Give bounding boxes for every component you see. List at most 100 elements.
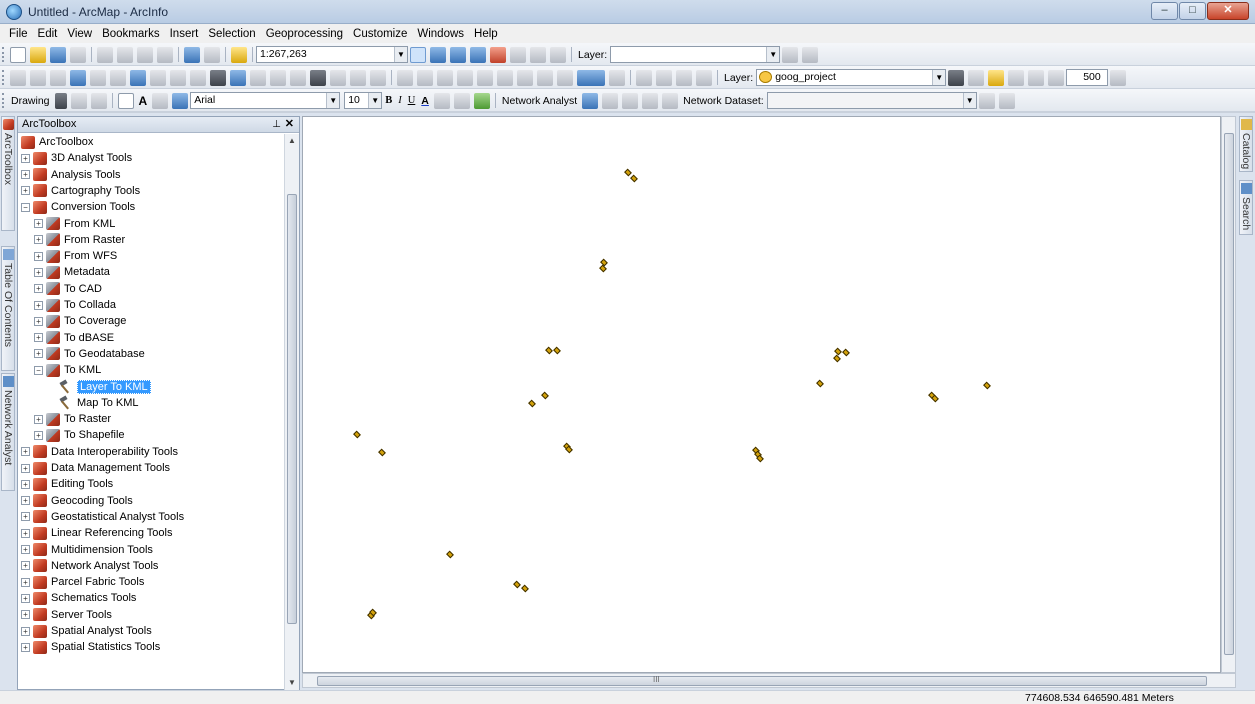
scroll-thumb[interactable] <box>317 676 1207 686</box>
font-color-button[interactable]: A <box>418 95 432 107</box>
minimize-button[interactable]: – <box>1151 2 1178 20</box>
font-icon[interactable] <box>172 92 189 109</box>
data-driven-pages-icon[interactable] <box>696 69 712 86</box>
expand-icon[interactable]: + <box>21 153 30 163</box>
adjust-contrast-icon[interactable] <box>968 69 985 86</box>
layer-chart-icon[interactable] <box>802 46 819 63</box>
italic-button[interactable]: I <box>395 95 405 106</box>
tab-network-analyst[interactable]: Network Analyst <box>1 373 15 491</box>
tree-item[interactable]: + From KML <box>34 216 115 232</box>
map-point-feature[interactable] <box>983 381 991 390</box>
tree-item[interactable]: Layer To KML <box>58 379 151 395</box>
directions-window-icon[interactable] <box>662 92 679 109</box>
find-route-icon[interactable] <box>330 69 346 86</box>
new-text-icon[interactable]: A <box>136 94 151 108</box>
tree-item[interactable]: + Editing Tools <box>21 476 113 492</box>
menu-insert[interactable]: Insert <box>165 28 204 40</box>
build-network-icon[interactable] <box>978 92 995 109</box>
hyperlink-icon[interactable] <box>250 69 266 86</box>
chevron-down-icon[interactable]: ▼ <box>394 47 407 62</box>
chevron-down-icon[interactable] <box>609 69 625 86</box>
tree-item[interactable]: − Conversion Tools <box>21 199 135 215</box>
find-binoculars-icon[interactable] <box>310 69 326 86</box>
tree-item[interactable]: + Spatial Analyst Tools <box>21 623 152 639</box>
tree-item[interactable]: + Geocoding Tools <box>21 493 133 509</box>
new-document-icon[interactable] <box>10 46 26 63</box>
map-point-feature[interactable] <box>378 448 386 457</box>
menu-file[interactable]: File <box>4 28 33 40</box>
expand-icon[interactable]: + <box>34 267 43 277</box>
network-analyst-window-icon[interactable] <box>582 92 599 109</box>
toggle-draft-mode-icon[interactable] <box>636 69 652 86</box>
change-layout-icon[interactable] <box>676 69 692 86</box>
close-button[interactable]: ✕ <box>1207 2 1249 20</box>
pan-hand-icon[interactable] <box>50 69 66 86</box>
layout-zoom-100-icon[interactable] <box>477 69 493 86</box>
tree-item[interactable]: + From WFS <box>34 248 117 264</box>
fill-color-icon[interactable] <box>433 92 450 109</box>
chevron-down-icon[interactable]: ▼ <box>932 70 946 85</box>
drawing-menu-button[interactable]: Drawing <box>8 95 53 107</box>
model-builder-icon[interactable] <box>530 46 546 63</box>
zoom-to-selected-elements-icon[interactable] <box>90 92 107 109</box>
layout-fixed-zoom-in-icon[interactable] <box>497 69 513 86</box>
map-point-feature[interactable] <box>541 391 549 400</box>
solve-icon[interactable] <box>642 92 659 109</box>
delete-icon[interactable] <box>157 46 173 63</box>
pin-icon[interactable]: ⊥ <box>272 117 281 132</box>
measure-icon[interactable] <box>290 69 306 86</box>
tree-item[interactable]: + To Shapefile <box>34 427 125 443</box>
table-of-contents-icon[interactable] <box>430 46 446 63</box>
network-analyst-menu-button[interactable]: Network Analyst <box>499 95 580 107</box>
underline-button[interactable]: U <box>405 95 419 106</box>
tab-table-of-contents[interactable]: Table Of Contents <box>1 246 15 371</box>
tree-item[interactable]: + Linear Referencing Tools <box>21 525 172 541</box>
python-window-icon[interactable] <box>510 46 526 63</box>
expand-icon[interactable]: + <box>21 186 30 196</box>
expand-icon[interactable]: + <box>21 463 30 473</box>
expand-icon[interactable]: + <box>21 496 30 506</box>
map-scale-combo[interactable]: 1:267,263 ▼ <box>256 46 408 63</box>
zoom-in-icon[interactable] <box>10 69 26 86</box>
standard-layer-combo[interactable]: ▼ <box>610 46 781 63</box>
paste-icon[interactable] <box>137 46 153 63</box>
add-data-icon[interactable] <box>231 46 247 63</box>
create-network-location-icon[interactable] <box>602 92 619 109</box>
tree-item[interactable]: + Geostatistical Analyst Tools <box>21 509 184 525</box>
expand-icon[interactable]: + <box>21 479 30 489</box>
toolbox-vertical-scrollbar[interactable]: ▲ ▼ <box>284 134 299 690</box>
font-size-combo[interactable]: 10 ▼ <box>344 92 383 109</box>
expand-icon[interactable]: + <box>21 561 30 571</box>
fixed-zoom-in-icon[interactable] <box>90 69 106 86</box>
tree-item[interactable]: + Metadata <box>34 264 110 280</box>
tree-item[interactable]: + To Collada <box>34 297 116 313</box>
clear-selection-icon[interactable] <box>190 69 206 86</box>
map-point-feature[interactable] <box>513 580 521 589</box>
map-point-feature[interactable] <box>446 550 454 559</box>
chevron-down-icon[interactable]: ▼ <box>326 93 340 108</box>
expand-icon[interactable]: + <box>21 610 30 620</box>
expand-icon[interactable]: + <box>21 170 30 180</box>
open-folder-icon[interactable] <box>30 46 46 63</box>
layout-pan-icon[interactable] <box>437 69 453 86</box>
expand-icon[interactable]: + <box>34 251 43 261</box>
expand-icon[interactable]: + <box>34 235 43 245</box>
select-elements-arrow-icon[interactable] <box>210 69 226 86</box>
full-extent-globe-icon[interactable] <box>70 69 86 86</box>
zoom-out-icon[interactable] <box>30 69 46 86</box>
rotate-icon[interactable] <box>70 92 87 109</box>
tree-item[interactable]: + Server Tools <box>21 607 112 623</box>
search-window-icon[interactable] <box>470 46 486 63</box>
focus-data-frame-icon[interactable] <box>656 69 672 86</box>
expand-icon[interactable]: + <box>34 300 43 310</box>
expand-icon[interactable]: + <box>34 414 43 424</box>
map-point-feature[interactable] <box>842 348 850 357</box>
tree-item[interactable]: + To Coverage <box>34 313 126 329</box>
toolbar-grip[interactable] <box>2 47 5 62</box>
swipe-layer-icon[interactable] <box>948 69 965 86</box>
adjust-brightness-icon[interactable] <box>988 69 1005 86</box>
catalog-window-icon[interactable] <box>450 46 466 63</box>
stepper-icon[interactable] <box>1110 69 1127 86</box>
map-point-feature[interactable] <box>353 430 361 439</box>
map-point-feature[interactable] <box>624 168 632 177</box>
